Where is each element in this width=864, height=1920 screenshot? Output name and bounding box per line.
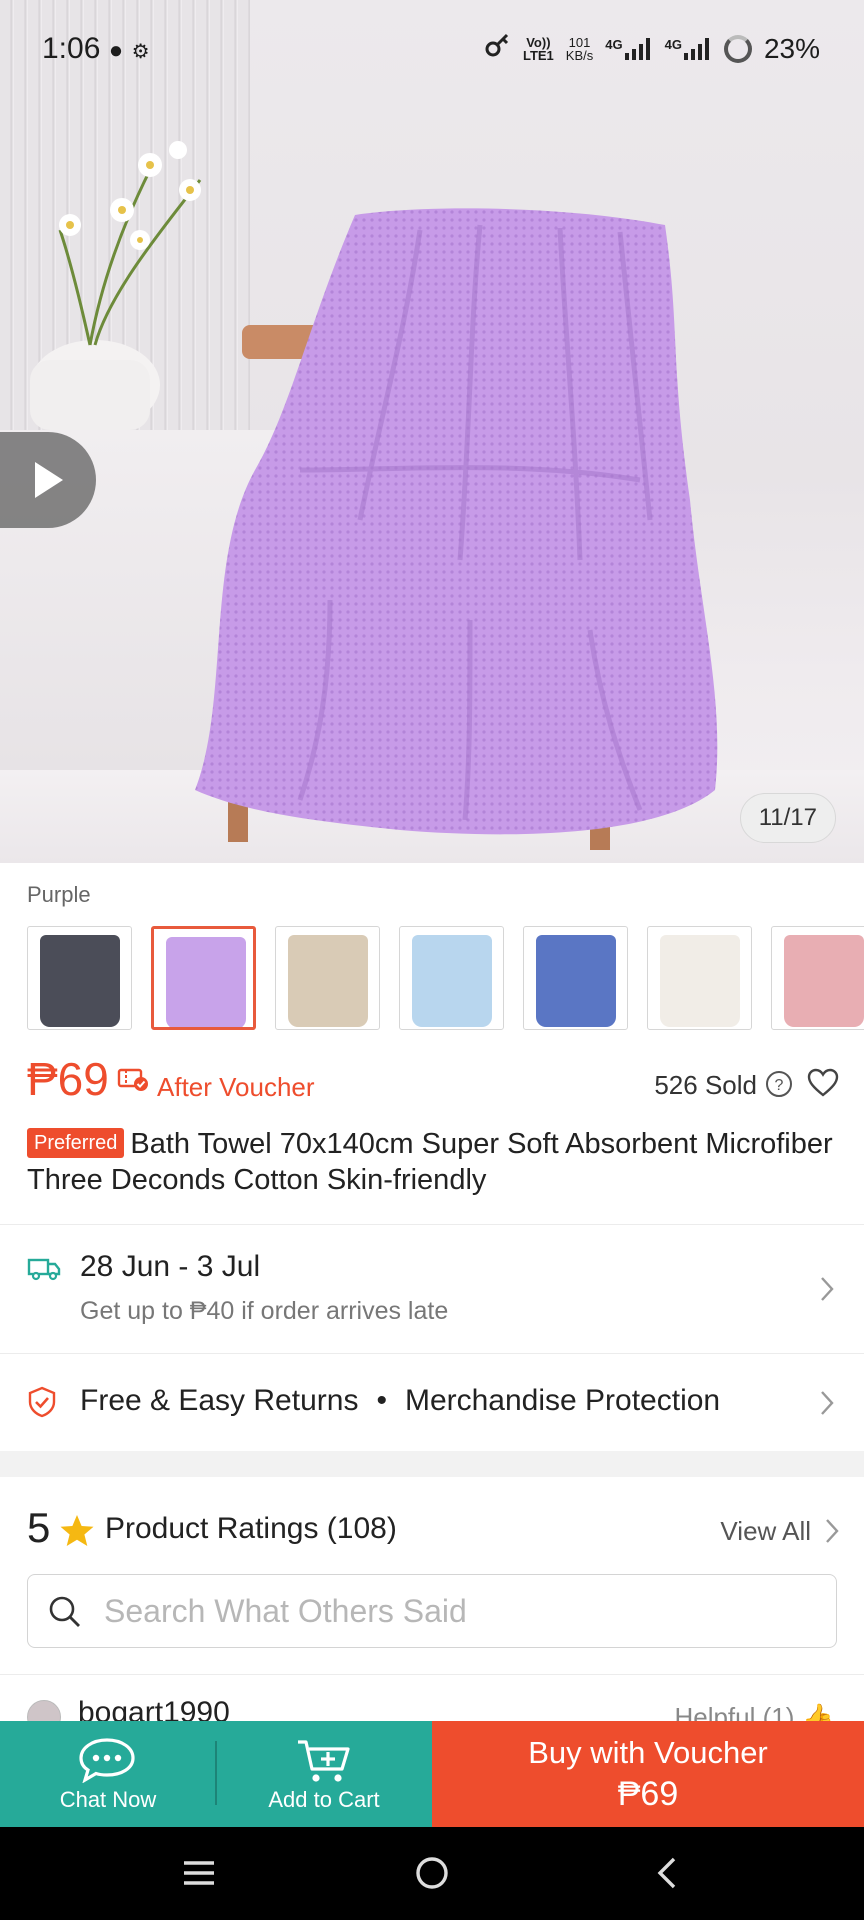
sold-count: 526 Sold bbox=[654, 1070, 757, 1100]
late-delivery-guarantee: Get up to ₱40 if order arrives late bbox=[80, 1297, 449, 1325]
delivery-truck-icon bbox=[27, 1256, 61, 1287]
divider bbox=[0, 1674, 864, 1675]
variation-thumb-light-blue[interactable] bbox=[399, 926, 504, 1030]
thumbs-up-icon: 👍 bbox=[801, 1702, 834, 1722]
image-counter: 11/17 bbox=[739, 793, 836, 843]
svg-text:?: ? bbox=[775, 1077, 784, 1094]
ratings-header: 5 Product Ratings (108) View All bbox=[27, 1504, 839, 1554]
signal-icon-sim1: 4G bbox=[605, 37, 652, 60]
home-button[interactable] bbox=[414, 1851, 450, 1900]
towel-on-chair-illustration bbox=[30, 141, 718, 850]
battery-percent: 23% bbox=[763, 32, 820, 64]
star-icon bbox=[59, 1514, 95, 1553]
heart-icon[interactable] bbox=[807, 1068, 839, 1103]
question-icon[interactable]: ? bbox=[765, 1070, 793, 1103]
helpful-label: Helpful (1) bbox=[674, 1702, 795, 1722]
search-placeholder: Search What Others Said bbox=[104, 1593, 467, 1629]
avatar bbox=[27, 1700, 61, 1722]
separator-dot: • bbox=[376, 1384, 387, 1417]
product-title: Preferred Bath Towel 70x140cm Super Soft … bbox=[27, 1126, 839, 1198]
system-nav-bar bbox=[0, 1827, 864, 1920]
buy-label: Buy with Voucher bbox=[528, 1735, 768, 1770]
product-title-text: Bath Towel 70x140cm Super Soft Absorbent… bbox=[27, 1128, 833, 1196]
voucher-icon bbox=[117, 1066, 149, 1097]
status-bar: 1:06 ● ⚙ Vo)) LTE1 101 KB/s 4G 4G 23% bbox=[0, 0, 864, 100]
clock: 1:06 bbox=[42, 32, 101, 65]
product-image[interactable]: 1:06 ● ⚙ Vo)) LTE1 101 KB/s 4G 4G 23% 11… bbox=[0, 0, 864, 863]
chat-bubble-icon bbox=[78, 1737, 136, 1788]
price-row: ₱69 After Voucher 526 Sold ? bbox=[27, 1050, 839, 1110]
bottom-action-bar: Chat Now Add to Cart Buy with Voucher ₱6… bbox=[0, 1721, 864, 1827]
variation-thumb-gray[interactable] bbox=[27, 926, 132, 1030]
product-page: 1:06 ● ⚙ Vo)) LTE1 101 KB/s 4G 4G 23% 11… bbox=[0, 0, 864, 1920]
variation-thumb-beige[interactable] bbox=[275, 926, 380, 1030]
variation-thumb-purple[interactable] bbox=[151, 926, 256, 1030]
buy-with-voucher-button[interactable]: Buy with Voucher ₱69 bbox=[432, 1721, 864, 1827]
thumb-towel bbox=[660, 935, 740, 1027]
review-search-input[interactable]: Search What Others Said bbox=[27, 1574, 837, 1648]
view-all-ratings-link[interactable]: View All bbox=[720, 1516, 811, 1547]
review-username: bogart1990 bbox=[78, 1696, 230, 1722]
returns-text: Free & Easy Returns • Merchandise Protecti… bbox=[80, 1384, 720, 1418]
selected-variation-label: Purple bbox=[27, 882, 91, 907]
thumb-towel bbox=[40, 935, 120, 1027]
status-indicators: Vo)) LTE1 101 KB/s 4G 4G 23% bbox=[485, 32, 820, 65]
add-to-cart-label: Add to Cart bbox=[268, 1787, 380, 1812]
signal-icon-sim2: 4G bbox=[665, 37, 712, 60]
thumb-towel bbox=[166, 937, 246, 1027]
merchandise-protection-label: Merchandise Protection bbox=[404, 1384, 721, 1417]
recent-apps-button[interactable] bbox=[182, 1851, 216, 1900]
play-icon bbox=[35, 462, 63, 498]
thumb-towel bbox=[784, 935, 864, 1027]
after-voucher-label[interactable]: After Voucher bbox=[157, 1072, 315, 1103]
divider bbox=[0, 1224, 864, 1225]
helpful-button[interactable]: Helpful (1) 👍 bbox=[674, 1702, 834, 1722]
thumb-towel bbox=[288, 935, 368, 1027]
variation-thumbnails bbox=[27, 926, 864, 1030]
chevron-right-icon bbox=[820, 1276, 834, 1307]
volte-indicator: Vo)) LTE1 bbox=[522, 34, 554, 63]
add-to-cart-button[interactable]: Add to Cart bbox=[216, 1721, 432, 1827]
play-video-button[interactable] bbox=[0, 432, 96, 528]
message-icon: ● bbox=[108, 37, 124, 64]
key-icon bbox=[485, 32, 511, 65]
variation-thumb-blue[interactable] bbox=[523, 926, 628, 1030]
variation-thumb-pink[interactable] bbox=[771, 926, 864, 1030]
battery-icon bbox=[723, 34, 752, 63]
variation-thumb-white[interactable] bbox=[647, 926, 752, 1030]
delivery-date: 28 Jun - 3 Jul bbox=[80, 1250, 261, 1283]
chat-now-label: Chat Now bbox=[59, 1787, 157, 1812]
back-button[interactable] bbox=[654, 1851, 678, 1900]
secondary-actions: Chat Now Add to Cart bbox=[0, 1721, 432, 1827]
buy-price: ₱69 bbox=[617, 1775, 679, 1813]
rating-score: 5 bbox=[27, 1504, 51, 1551]
section-gap bbox=[0, 1451, 864, 1477]
chevron-right-icon bbox=[825, 1518, 839, 1549]
free-returns-label: Free & Easy Returns bbox=[80, 1384, 359, 1417]
price: ₱69 bbox=[27, 1053, 109, 1105]
search-icon bbox=[48, 1595, 82, 1634]
status-time: 1:06 ● ⚙ bbox=[42, 32, 150, 66]
ratings-label: Product Ratings (108) bbox=[105, 1512, 397, 1545]
thumb-towel bbox=[536, 935, 616, 1027]
chevron-right-icon bbox=[820, 1390, 834, 1421]
cart-plus-icon bbox=[296, 1737, 352, 1790]
thumb-towel bbox=[412, 935, 492, 1027]
preferred-badge: Preferred bbox=[27, 1128, 125, 1158]
network-speed: 101 KB/s bbox=[565, 34, 594, 63]
chat-now-button[interactable]: Chat Now bbox=[0, 1721, 216, 1827]
shield-check-icon bbox=[27, 1386, 57, 1423]
review-item: bogart1990 Helpful (1) 👍 bbox=[0, 1676, 864, 1722]
divider bbox=[0, 1353, 864, 1354]
settings-icon: ⚙ bbox=[131, 41, 150, 63]
